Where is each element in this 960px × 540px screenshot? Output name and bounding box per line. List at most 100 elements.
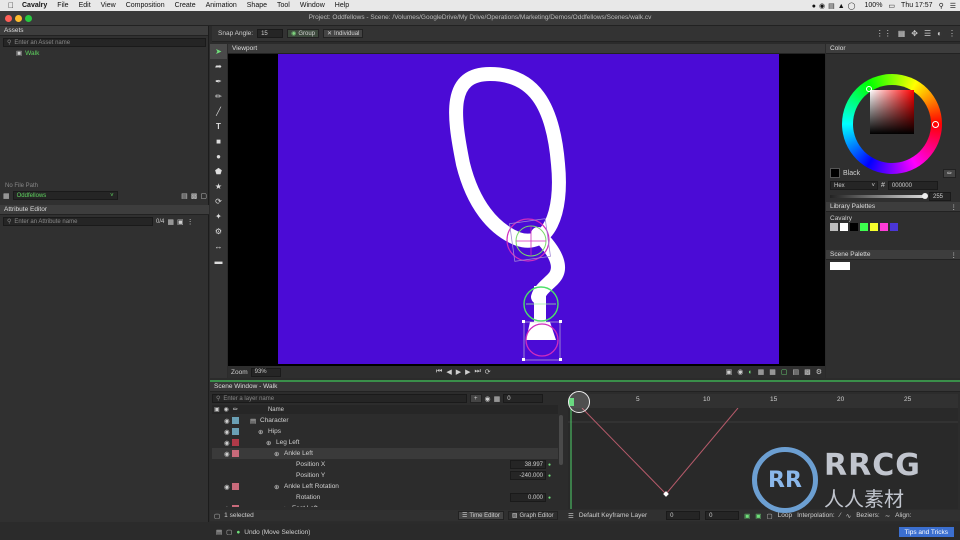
frame-input[interactable]: 0 bbox=[503, 394, 544, 403]
import-icon[interactable]: ▩ bbox=[191, 192, 198, 200]
camera-icon[interactable]: ▣ bbox=[726, 368, 733, 376]
asset-search-input[interactable]: ⚲ Enter an Asset name bbox=[3, 38, 206, 47]
handle-br[interactable] bbox=[559, 358, 562, 361]
visibility-icon[interactable]: ◉ bbox=[224, 505, 230, 508]
visibility-icon[interactable]: ◉ bbox=[224, 450, 230, 458]
edit-shape-tool-icon[interactable]: ➦ bbox=[210, 59, 227, 74]
capsule-tool-icon[interactable]: ▬ bbox=[210, 254, 227, 269]
layer-search-input[interactable]: ⚲ Enter a layer name bbox=[212, 394, 467, 403]
line-tool-icon[interactable]: ╱ bbox=[210, 104, 227, 119]
alpha-slider-handle[interactable] bbox=[922, 193, 928, 199]
layer-color-swatch[interactable] bbox=[232, 505, 239, 507]
handle-bl[interactable] bbox=[522, 358, 525, 361]
move-icon[interactable]: ✥ bbox=[911, 29, 918, 38]
polygon-tool-icon[interactable]: ⬟ bbox=[210, 164, 227, 179]
palette-menu-icon[interactable]: ⋮ bbox=[951, 203, 958, 211]
attribute-row[interactable]: Position Y -240.000 ● bbox=[212, 470, 558, 481]
tips-and-tricks-button[interactable]: Tips and Tricks bbox=[898, 527, 954, 537]
menu-animation[interactable]: Animation bbox=[206, 2, 237, 9]
text-tool-icon[interactable]: T bbox=[210, 119, 227, 134]
last-frame-icon[interactable]: ⏭ bbox=[474, 368, 480, 376]
snap-angle-input[interactable]: 15 bbox=[257, 29, 284, 38]
menu-create[interactable]: Create bbox=[175, 2, 196, 9]
key-icon[interactable]: ▣ bbox=[744, 512, 750, 520]
play-icon[interactable]: ▶ bbox=[456, 368, 461, 376]
interp-bezier-icon[interactable]: ∿ bbox=[846, 512, 851, 520]
sv-handle[interactable] bbox=[866, 86, 872, 92]
layer-color-swatch[interactable] bbox=[232, 483, 239, 490]
graph-editor-tab[interactable]: ▨ Graph Editor bbox=[507, 511, 558, 520]
layer-color-swatch[interactable] bbox=[232, 450, 239, 457]
loop-label[interactable]: Loop bbox=[778, 512, 792, 519]
keyframe-icon[interactable]: ▦ bbox=[494, 395, 501, 403]
handle-tl[interactable] bbox=[522, 320, 525, 323]
alpha-slider[interactable] bbox=[830, 193, 928, 199]
library-swatch[interactable] bbox=[880, 223, 888, 231]
select-tool-icon[interactable]: ➤ bbox=[210, 44, 227, 59]
visibility-icon[interactable]: ◉ bbox=[224, 417, 230, 425]
arrow-tool-icon[interactable]: ↔ bbox=[210, 239, 227, 254]
pen-tool-icon[interactable]: ✒ bbox=[210, 74, 227, 89]
individual-toggle[interactable]: ✕ Individual bbox=[323, 29, 364, 38]
library-swatch[interactable] bbox=[860, 223, 868, 231]
star-tool-icon[interactable]: ★ bbox=[210, 179, 227, 194]
menu-help[interactable]: Help bbox=[335, 2, 349, 9]
gear-tool-icon[interactable]: ⚙ bbox=[210, 224, 227, 239]
interp-linear-icon[interactable]: ∕ bbox=[840, 512, 841, 519]
rectangle-tool-icon[interactable]: ■ bbox=[210, 134, 227, 149]
layer-row[interactable]: ◉ ⊕ Foot Left bbox=[212, 503, 558, 507]
prev-frame-icon[interactable]: ◀ bbox=[446, 368, 451, 376]
menu-shape[interactable]: Shape bbox=[247, 2, 267, 9]
saturation-value-square[interactable] bbox=[870, 90, 914, 134]
first-frame-icon[interactable]: ⏮ bbox=[436, 368, 442, 376]
visibility-icon[interactable]: ◉ bbox=[224, 428, 230, 436]
scene-palette-menu-icon[interactable]: ⋮ bbox=[951, 251, 958, 259]
more-icon[interactable]: ⋮ bbox=[948, 29, 956, 38]
value-field-b[interactable]: 0 bbox=[705, 511, 740, 520]
spark-tool-icon[interactable]: ✦ bbox=[210, 209, 227, 224]
project-select[interactable]: Oddfellows ˅ bbox=[12, 191, 118, 200]
layer-row[interactable]: ◉ ▤ Character bbox=[212, 415, 558, 426]
lock-key-icon[interactable]: ▣ bbox=[755, 512, 761, 520]
app-menu[interactable]: Cavalry bbox=[22, 2, 47, 9]
attribute-row[interactable]: Rotation 0.000 ● bbox=[212, 492, 558, 503]
layer-row[interactable]: ◉ ⊕ Ankle Left bbox=[212, 448, 558, 459]
layer-row[interactable]: ◉ ⊕ Ankle Left Rotation bbox=[212, 481, 558, 492]
menu-window[interactable]: Window bbox=[300, 2, 325, 9]
render-icon[interactable]: ◉ bbox=[737, 368, 743, 376]
snap-key-icon[interactable]: ▢ bbox=[766, 512, 772, 520]
menu-composition[interactable]: Composition bbox=[126, 2, 165, 9]
filter-icon[interactable]: ▦ bbox=[167, 218, 174, 226]
folder-icon[interactable]: ▤ bbox=[181, 192, 188, 200]
visibility-icon[interactable]: ◉ bbox=[224, 483, 230, 491]
settings-icon[interactable]: ⋮ bbox=[187, 218, 194, 226]
grid-icon[interactable]: ▦ bbox=[898, 29, 906, 38]
hex-input[interactable]: 000000 bbox=[887, 181, 938, 190]
time-ruler[interactable]: 5 10 15 20 25 bbox=[568, 394, 958, 408]
asset-item[interactable]: ▣ Walk bbox=[16, 49, 208, 58]
battery-icon[interactable]: ▭ bbox=[888, 2, 895, 10]
attribute-value-input[interactable]: 0.000 bbox=[510, 493, 546, 502]
library-swatch[interactable] bbox=[840, 223, 848, 231]
current-color-swatch[interactable] bbox=[830, 168, 840, 178]
keyframe-layer-label[interactable]: Default Keyframe Layer bbox=[579, 512, 647, 519]
safe-area-icon[interactable]: ▩ bbox=[804, 368, 811, 376]
mask-icon[interactable]: ▤ bbox=[792, 368, 799, 376]
apple-icon[interactable]:  bbox=[8, 1, 14, 10]
view-settings-icon[interactable]: ⚙ bbox=[816, 368, 822, 376]
layer-color-swatch[interactable] bbox=[232, 439, 239, 446]
keyframe-dot-icon[interactable]: ● bbox=[548, 473, 551, 479]
bezier-mode-icon[interactable]: ∼ bbox=[885, 512, 890, 520]
log-icon[interactable]: ▢ bbox=[226, 528, 232, 536]
grid-toggle-icon[interactable]: ▦ bbox=[769, 368, 776, 376]
layer-scrollbar[interactable] bbox=[559, 415, 563, 465]
scene-swatch[interactable] bbox=[830, 262, 850, 270]
color-wheel[interactable] bbox=[842, 74, 942, 174]
menu-view[interactable]: View bbox=[101, 2, 116, 9]
hue-handle[interactable] bbox=[932, 121, 939, 128]
layer-color-swatch[interactable] bbox=[232, 417, 239, 424]
clock[interactable]: Thu 17:57 bbox=[901, 2, 933, 9]
library-swatch[interactable] bbox=[870, 223, 878, 231]
guides-icon[interactable]: ▦ bbox=[758, 368, 765, 376]
ellipse-tool-icon[interactable]: ● bbox=[210, 149, 227, 164]
